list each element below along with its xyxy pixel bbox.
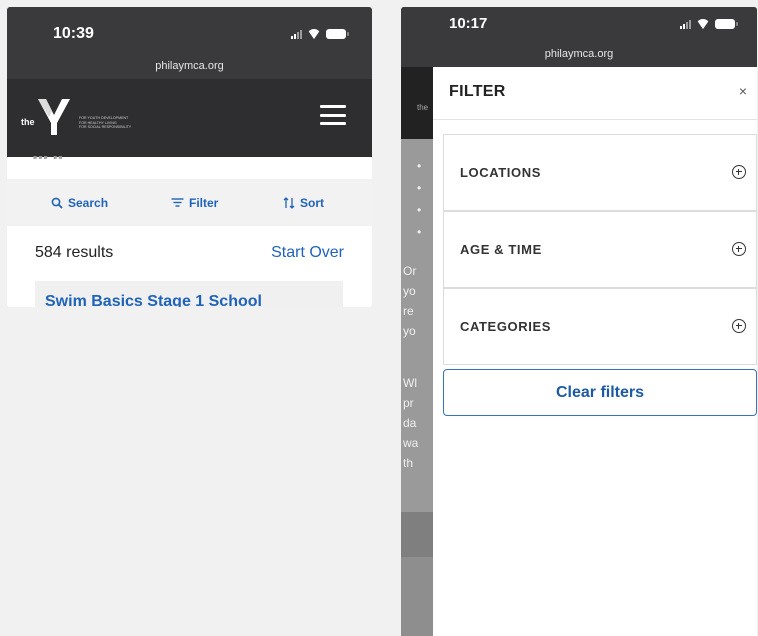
- filter-drawer: FILTER × LOCATIONS AGE & TIME CATEGORIES…: [433, 67, 757, 636]
- search-button[interactable]: Search: [51, 196, 108, 210]
- background-text: re: [403, 304, 414, 318]
- status-time: 10:17: [449, 15, 488, 32]
- accordion-label: LOCATIONS: [460, 165, 541, 180]
- divider: [433, 119, 757, 120]
- wifi-icon: [307, 29, 321, 39]
- battery-icon: [326, 29, 349, 39]
- ymca-logo[interactable]: the: [21, 95, 71, 139]
- plus-circle-icon[interactable]: [732, 165, 746, 179]
- background-text: da: [403, 416, 417, 430]
- background-text: yo: [403, 284, 416, 298]
- background-text: wa: [403, 436, 419, 450]
- battery-icon: [715, 19, 738, 29]
- right-phone-screen: 10:17 philaymca.org the • • • • Or yo re…: [401, 7, 757, 636]
- plus-circle-icon[interactable]: [732, 242, 746, 256]
- logo-the-text: the: [21, 117, 35, 127]
- filter-label: Filter: [189, 195, 219, 210]
- accordion-label: AGE & TIME: [460, 242, 542, 257]
- wifi-icon: [696, 19, 710, 29]
- site-header: the FOR YOUTH DEVELOPMENT FOR HEALTHY LI…: [7, 79, 372, 157]
- signal-icon: [680, 19, 691, 29]
- signal-icon: [291, 29, 302, 39]
- search-icon: [51, 197, 63, 209]
- address-bar-url[interactable]: philaymca.org: [7, 60, 372, 72]
- filter-button[interactable]: Filter: [171, 196, 218, 210]
- sort-label: Sort: [300, 195, 324, 210]
- result-title[interactable]: Swim Basics Stage 1 School: [45, 293, 262, 307]
- bullet: •: [417, 225, 422, 239]
- result-card[interactable]: Swim Basics Stage 1 School: [35, 281, 343, 307]
- plus-circle-icon[interactable]: [732, 319, 746, 333]
- hamburger-menu-icon[interactable]: [320, 105, 346, 125]
- tagline-line: FOR SOCIAL RESPONSIBILITY: [79, 125, 132, 129]
- status-time: 10:39: [53, 25, 94, 42]
- bullet: •: [417, 181, 422, 195]
- filter-icon: [171, 198, 184, 207]
- status-bar: 10:17 philaymca.org: [401, 7, 757, 67]
- address-bar-url[interactable]: philaymca.org: [401, 48, 757, 60]
- background-text: Or: [403, 264, 417, 278]
- sort-icon: [283, 196, 295, 209]
- bullet: •: [417, 203, 422, 217]
- background-text: th: [403, 456, 414, 470]
- accordion-categories[interactable]: CATEGORIES: [443, 288, 757, 365]
- system-icons: [291, 29, 349, 39]
- status-bar: 10:39 philaymca.org: [7, 7, 372, 79]
- sort-button[interactable]: Sort: [283, 196, 324, 210]
- bullet: •: [417, 159, 422, 173]
- background-logo-text: the: [417, 103, 429, 112]
- background-text: yo: [403, 324, 416, 338]
- clear-filters-button[interactable]: Clear filters: [443, 369, 757, 416]
- start-over-link[interactable]: Start Over: [271, 244, 344, 262]
- results-count: 584 results: [35, 244, 114, 261]
- results-toolbar: Search Filter Sort: [7, 179, 372, 226]
- close-icon[interactable]: ×: [739, 83, 747, 99]
- clipped-text: ▪▪▪ ▪▪: [33, 156, 64, 161]
- screenshot-canvas: 10:39 philaymca.org the FOR YOUTH DEVELO…: [0, 0, 758, 636]
- logo-tagline: FOR YOUTH DEVELOPMENT FOR HEALTHY LIVING…: [79, 116, 131, 130]
- background-text: Wl: [403, 376, 417, 390]
- filter-title: FILTER: [449, 83, 506, 100]
- tagline-line: FOR YOUTH DEVELOPMENT: [79, 116, 129, 120]
- accordion-locations[interactable]: LOCATIONS: [443, 134, 757, 211]
- system-icons: [680, 19, 738, 29]
- background-text: pr: [403, 396, 414, 410]
- search-label: Search: [68, 195, 109, 210]
- accordion-label: CATEGORIES: [460, 319, 551, 334]
- left-phone-screen: 10:39 philaymca.org the FOR YOUTH DEVELO…: [7, 7, 372, 307]
- accordion-age-time[interactable]: AGE & TIME: [443, 211, 757, 288]
